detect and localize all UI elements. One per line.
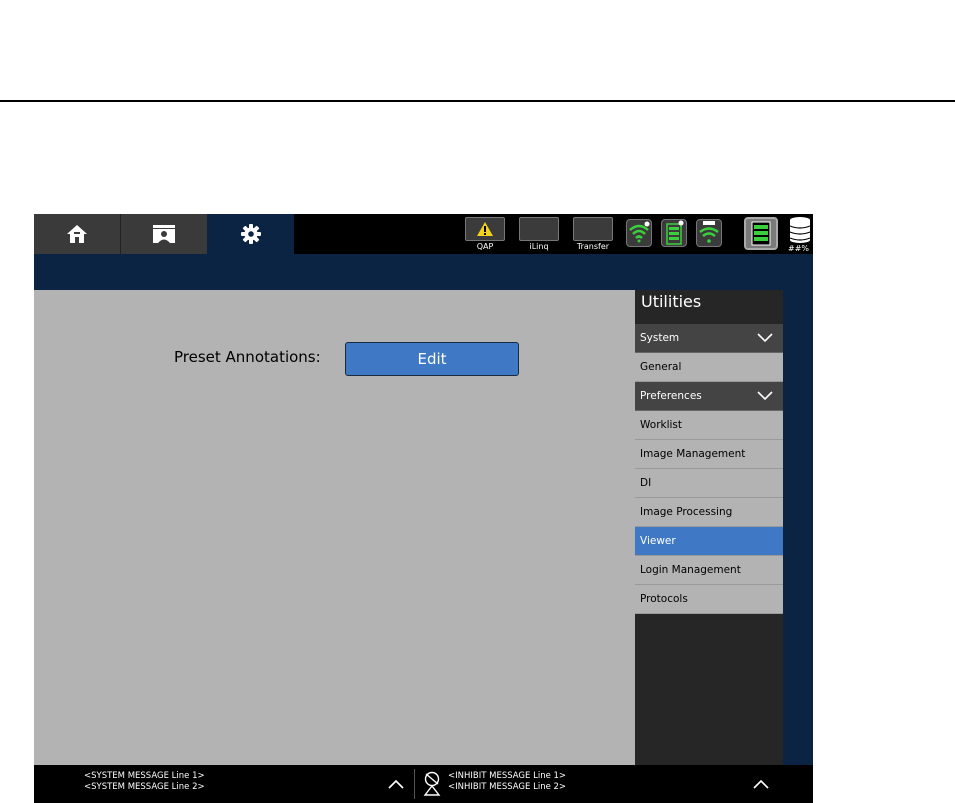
database-icon [789, 217, 811, 243]
system-message-expand-button[interactable] [385, 773, 407, 795]
inhibit-message-line2: <INHIBIT MESSAGE Line 2> [448, 782, 567, 792]
storage-label: ##% [788, 244, 810, 253]
app-window: QAP iLinq Transfer ##% Preset Annotation… [34, 214, 813, 803]
utilities-nav: Utilities System General Preferences Wor… [635, 290, 783, 765]
inhibit-icon [423, 771, 441, 796]
message-divider [414, 769, 415, 799]
iling-button[interactable]: iLinq [519, 217, 559, 252]
chevron-up-icon [388, 779, 404, 789]
nav-section-system[interactable]: System [635, 324, 783, 353]
system-message-line1: <SYSTEM MESSAGE Line 1> [84, 771, 205, 781]
storage-indicator[interactable]: ##% [788, 216, 812, 254]
settings-content-panel: Preset Annotations: Edit [34, 290, 635, 765]
tab-bar: QAP iLinq Transfer ##% [34, 214, 813, 254]
gear-icon [240, 224, 261, 244]
nav-scroll-track [783, 290, 813, 765]
warning-icon [477, 222, 493, 236]
tab-patient[interactable] [120, 214, 207, 254]
message-bar: <SYSTEM MESSAGE Line 1> <SYSTEM MESSAGE … [34, 765, 813, 803]
edit-button[interactable]: Edit [345, 342, 519, 376]
inhibit-message-expand-button[interactable] [750, 773, 772, 795]
iling-label: iLinq [529, 242, 549, 251]
nav-section-preferences[interactable]: Preferences [635, 382, 783, 411]
preset-annotations-label: Preset Annotations: [174, 348, 321, 366]
nav-item-login-management[interactable]: Login Management [635, 556, 783, 585]
chevron-up-icon [753, 779, 769, 789]
qap-button[interactable]: QAP [465, 217, 505, 252]
nav-item-image-processing[interactable]: Image Processing [635, 498, 783, 527]
inhibit-message-line1: <INHIBIT MESSAGE Line 1> [448, 771, 567, 781]
transfer-button[interactable]: Transfer [573, 217, 613, 252]
system-message: <SYSTEM MESSAGE Line 1> <SYSTEM MESSAGE … [84, 771, 205, 793]
wifi-status-icon[interactable] [626, 219, 652, 247]
inhibit-message: <INHIBIT MESSAGE Line 1> <INHIBIT MESSAG… [448, 771, 566, 793]
tab-home[interactable] [34, 214, 120, 254]
nav-item-worklist[interactable]: Worklist [635, 411, 783, 440]
chevron-down-icon [757, 391, 773, 401]
nav-item-protocols[interactable]: Protocols [635, 585, 783, 614]
sub-header-bar [34, 254, 813, 290]
top-rule [0, 100, 955, 102]
patient-folder-icon [153, 225, 175, 243]
nav-item-viewer[interactable]: Viewer [635, 527, 783, 556]
nav-item-general[interactable]: General [635, 353, 783, 382]
battery-status-icon[interactable] [661, 219, 687, 247]
system-message-line2: <SYSTEM MESSAGE Line 2> [84, 782, 205, 792]
qap-label: QAP [476, 242, 494, 251]
nav-item-di[interactable]: DI [635, 469, 783, 498]
nav-item-image-management[interactable]: Image Management [635, 440, 783, 469]
nav-list: System General Preferences Worklist Imag… [635, 324, 783, 614]
tab-settings[interactable] [207, 214, 294, 254]
detector-battery-icon[interactable] [744, 217, 778, 250]
home-icon [67, 225, 87, 243]
nav-section-label: System [640, 331, 680, 344]
detector-wifi-icon[interactable] [696, 219, 722, 247]
transfer-label: Transfer [576, 242, 610, 251]
chevron-down-icon [757, 333, 773, 343]
nav-title: Utilities [641, 292, 702, 311]
nav-section-label: Preferences [640, 389, 702, 402]
